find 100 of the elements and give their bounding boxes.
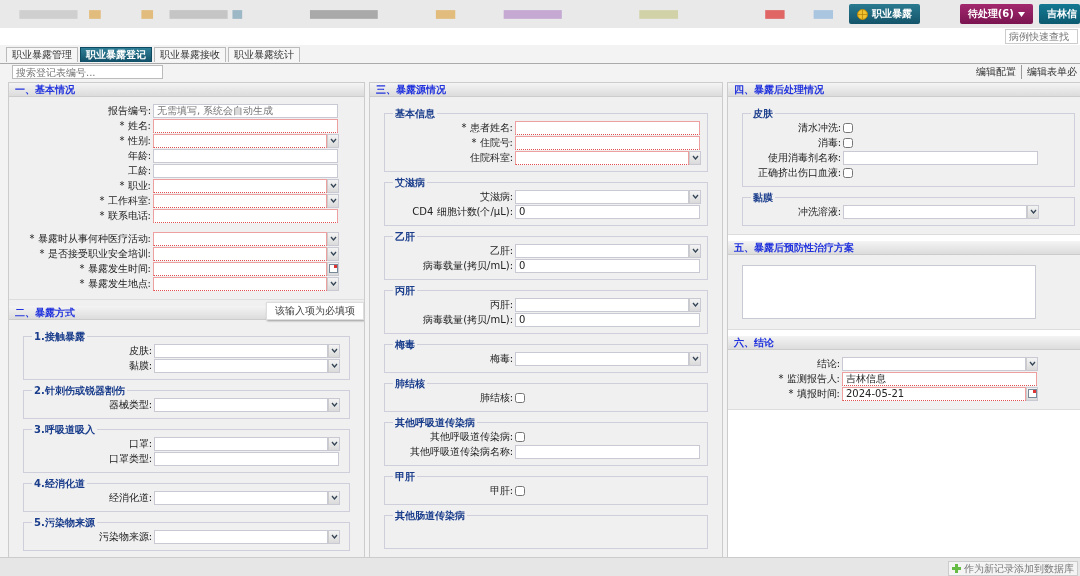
text-field[interactable] [154, 451, 339, 466]
dropdown-button[interactable] [328, 490, 340, 505]
group-title: 皮肤 [751, 107, 775, 121]
text-field[interactable] [153, 208, 338, 223]
caret-icon [691, 302, 699, 307]
dropdown-button[interactable] [327, 276, 339, 291]
select-field[interactable] [842, 356, 1026, 371]
dropdown-button[interactable] [689, 189, 701, 204]
select-field[interactable] [154, 397, 328, 412]
group-title: 梅毒 [393, 338, 417, 352]
select-field[interactable] [154, 490, 328, 505]
group-title: 甲肝 [393, 470, 417, 484]
text-field[interactable] [515, 120, 700, 135]
select-field[interactable] [153, 178, 327, 193]
caret-icon [330, 363, 338, 368]
text-field[interactable]: 0 [515, 204, 700, 219]
dropdown-button[interactable]: 待处理(6) [959, 4, 1033, 24]
user-button[interactable]: 吉林信 [1038, 4, 1080, 24]
select-field[interactable] [154, 358, 328, 373]
checkbox[interactable] [515, 392, 525, 403]
section-header: 六、结论 [728, 336, 1080, 350]
text-field[interactable]: 无需填写, 系统会自动生成 [153, 103, 338, 118]
group-title: 基本信息 [393, 107, 437, 121]
toolbar-link[interactable]: 编辑表单必 [1021, 65, 1077, 79]
select-field[interactable] [843, 204, 1027, 219]
text-field[interactable] [153, 118, 338, 133]
caret-icon [329, 251, 337, 256]
search-field[interactable]: 搜索登记表编号... [12, 65, 163, 79]
toolbar-link[interactable]: 编辑配置 [976, 65, 1016, 79]
text-field[interactable]: 吉林信息 [842, 371, 1037, 386]
text-field[interactable] [515, 444, 700, 459]
checkbox[interactable] [515, 431, 525, 442]
calendar-button[interactable] [1026, 386, 1038, 401]
dropdown-button[interactable] [328, 358, 340, 373]
date-field[interactable] [153, 261, 327, 276]
dropdown-button[interactable] [328, 436, 340, 451]
app-button[interactable]: 职业暴露 [848, 4, 920, 24]
select-field[interactable] [515, 189, 689, 204]
select-field[interactable] [154, 436, 328, 451]
select-field[interactable] [515, 351, 689, 366]
dropdown-button[interactable] [327, 133, 339, 148]
caret-icon [329, 236, 337, 241]
caret-icon [329, 198, 337, 203]
dropdown-button[interactable] [327, 193, 339, 208]
checkbox[interactable] [843, 122, 853, 133]
select-field[interactable] [153, 246, 327, 261]
checkbox[interactable] [843, 167, 853, 178]
select-field[interactable] [153, 133, 327, 148]
group-title: 丙肝 [393, 284, 417, 298]
field-label: 年龄: [126, 148, 152, 163]
tab[interactable]: 职业暴露管理 [6, 47, 78, 62]
dropdown-button[interactable] [689, 243, 701, 258]
field-label: 使用消毒剂名称: [766, 150, 842, 165]
select-field[interactable] [154, 529, 328, 544]
date-field[interactable]: 2024-05-21 [842, 386, 1026, 401]
field-label: * 暴露发生地点: [78, 276, 152, 291]
text-field[interactable] [153, 148, 338, 163]
field-label: * 职业: [118, 178, 152, 193]
caret-icon [691, 248, 699, 253]
select-field[interactable] [153, 193, 327, 208]
text-field[interactable]: 0 [515, 312, 700, 327]
text-field[interactable] [153, 163, 338, 178]
select-field[interactable] [153, 231, 327, 246]
select-field[interactable] [153, 276, 327, 291]
select-field[interactable] [515, 243, 689, 258]
dropdown-button[interactable] [328, 529, 340, 544]
add-record-button[interactable]: 作为新记录添加到数据库 [948, 561, 1078, 576]
field-label: * 住院号: [470, 135, 514, 150]
field-label: 口罩类型: [107, 451, 153, 466]
tab[interactable]: 职业暴露登记 [80, 47, 152, 62]
dropdown-button[interactable] [689, 150, 701, 165]
text-field[interactable] [843, 150, 1038, 165]
caret-icon [329, 138, 337, 143]
select-field[interactable] [515, 150, 689, 165]
quick-search-field[interactable]: 病例快速查找 [1005, 29, 1078, 44]
text-field[interactable] [515, 135, 700, 150]
dropdown-button[interactable] [328, 397, 340, 412]
dropdown-button[interactable] [1027, 204, 1039, 219]
dropdown-button[interactable] [327, 231, 339, 246]
tab[interactable]: 职业暴露统计 [228, 47, 300, 62]
calendar-button[interactable] [327, 261, 339, 276]
field-label: * 是否接受职业安全培训: [38, 246, 152, 261]
dropdown-button[interactable] [1026, 356, 1038, 371]
checkbox[interactable] [515, 485, 525, 496]
checkbox[interactable] [843, 137, 853, 148]
select-field[interactable] [154, 343, 328, 358]
dropdown-button[interactable] [327, 178, 339, 193]
dropdown-button[interactable] [328, 343, 340, 358]
dropdown-button[interactable] [327, 246, 339, 261]
group-title: 其他肠道传染病 [393, 509, 467, 523]
field-label: 甲肝: [488, 483, 514, 498]
text-field[interactable]: 0 [515, 258, 700, 273]
field-label: 病毒载量(拷贝/mL): [422, 312, 514, 327]
dropdown-button[interactable] [689, 351, 701, 366]
dropdown-button[interactable] [689, 297, 701, 312]
field-label: 正确挤出伤口血液: [756, 165, 842, 180]
group-title: 肺结核 [393, 377, 427, 391]
tab[interactable]: 职业暴露接收 [154, 47, 226, 62]
select-field[interactable] [515, 297, 689, 312]
field-label: 其他呼吸道传染病名称: [408, 444, 514, 459]
